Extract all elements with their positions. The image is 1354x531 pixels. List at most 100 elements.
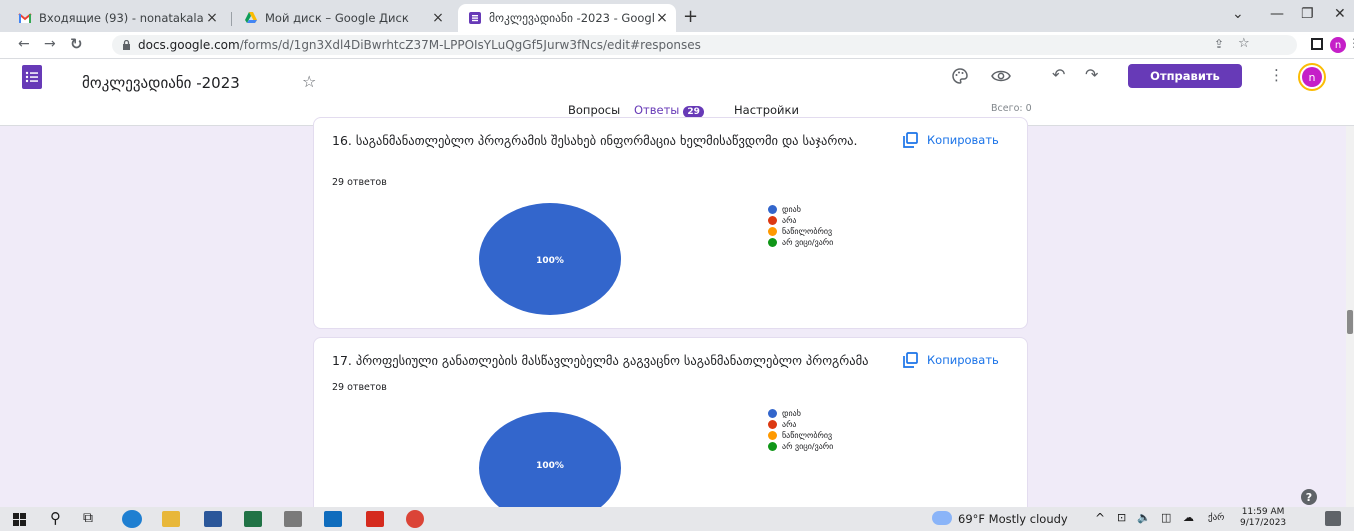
weather-text[interactable]: 69°F Mostly cloudy — [958, 512, 1068, 526]
forward-arrow-icon[interactable]: → — [44, 36, 56, 52]
eye-preview-icon[interactable] — [991, 69, 1011, 83]
address-bar[interactable]: docs.google.com/forms/d/1gn3Xdl4DiBwrhtc… — [112, 35, 1297, 55]
task-view-icon[interactable]: ⧉ — [83, 510, 93, 526]
tab-divider — [231, 12, 232, 26]
side-panel-icon[interactable] — [1311, 38, 1323, 50]
copy-label: Копировать — [927, 133, 999, 147]
speaker-icon[interactable]: 🔈 — [1137, 511, 1151, 524]
url-domain: docs.google.com — [138, 38, 240, 52]
chevron-down-icon[interactable]: ⌄ — [1232, 6, 1244, 22]
copy-label: Копировать — [927, 353, 999, 367]
legend-label: დიახ — [782, 409, 801, 418]
legend-label: ნაწილობრივ — [782, 227, 833, 236]
more-options-icon[interactable]: ⋮ — [1269, 66, 1284, 84]
question-summary-card: 17. პროფესიული განათლების მასწავლებელმა … — [313, 337, 1028, 524]
legend-color-swatch — [768, 409, 777, 418]
file-explorer-icon[interactable] — [162, 511, 180, 527]
word-icon[interactable] — [204, 511, 222, 527]
bookmark-star-icon[interactable]: ☆ — [1238, 36, 1250, 51]
legend-item[interactable]: არა — [768, 215, 833, 226]
legend-color-swatch — [768, 227, 777, 236]
account-avatar-letter: n — [1302, 67, 1322, 87]
restore-icon[interactable]: ❐ — [1301, 6, 1314, 22]
app-icon[interactable] — [284, 511, 302, 527]
edge-icon[interactable] — [122, 510, 142, 528]
legend-label: დიახ — [782, 205, 801, 214]
notifications-icon[interactable] — [1325, 511, 1341, 526]
palette-icon[interactable] — [951, 67, 969, 85]
copy-chart-button[interactable]: Копировать — [902, 132, 999, 148]
browser-tab-gmail[interactable]: Входящие (93) - nonatakalandze × — [8, 4, 226, 32]
legend-item[interactable]: არა — [768, 419, 833, 430]
lock-icon[interactable] — [122, 40, 131, 50]
legend-color-swatch — [768, 205, 777, 214]
send-button[interactable]: Отправить — [1128, 64, 1242, 88]
profile-avatar[interactable]: n — [1330, 37, 1346, 53]
star-icon[interactable]: ☆ — [302, 72, 316, 91]
response-count: 29 ответов — [332, 382, 387, 393]
language-indicator[interactable]: ქარ — [1208, 513, 1224, 523]
clock[interactable]: 11:59 AM 9/17/2023 — [1240, 507, 1286, 529]
pie-slice-label: 100% — [536, 461, 564, 471]
minimize-icon[interactable]: — — [1270, 6, 1284, 22]
tab-responses-label: Ответы — [634, 103, 680, 117]
outlook-icon[interactable] — [324, 511, 342, 527]
legend-item[interactable]: არ ვიცი/ვარი — [768, 237, 833, 248]
close-tab-icon[interactable]: × — [430, 10, 446, 26]
google-drive-icon — [245, 12, 257, 23]
scrollbar-thumb[interactable] — [1347, 310, 1353, 334]
pie-chart: 100% — [479, 203, 621, 315]
browser-tab-drive[interactable]: Мой диск – Google Диск × — [234, 4, 452, 32]
account-avatar[interactable]: n — [1298, 63, 1326, 91]
tab-title: Входящие (93) - nonatakalandze — [39, 11, 204, 25]
chrome-icon[interactable] — [406, 510, 424, 528]
legend-label: არა — [782, 216, 797, 225]
tab-responses[interactable]: Ответы 29 — [634, 103, 704, 118]
chart-legend: დიახ არა ნაწილობრივ არ ვიცი/ვარი — [768, 204, 833, 248]
close-tab-icon[interactable]: × — [204, 10, 220, 26]
browser-tab-forms[interactable]: მოკლევადიანი -2023 - Google × — [458, 4, 676, 32]
weather-cloud-icon[interactable] — [932, 511, 952, 525]
copy-chart-button[interactable]: Копировать — [902, 352, 999, 368]
tab-questions[interactable]: Вопросы — [568, 103, 620, 117]
form-title[interactable]: მოკლევადიანი -2023 — [82, 74, 240, 92]
undo-icon[interactable]: ↶ — [1052, 65, 1065, 84]
gmail-icon — [18, 13, 32, 23]
legend-item[interactable]: არ ვიცი/ვარი — [768, 441, 833, 452]
close-tab-icon[interactable]: × — [654, 10, 670, 26]
legend-item[interactable]: ნაწილობრივ — [768, 226, 833, 237]
legend-label: არ ვიცი/ვარი — [782, 442, 834, 451]
windows-start-icon[interactable] — [13, 513, 26, 526]
url-text: docs.google.com/forms/d/1gn3Xdl4DiBwrhtc… — [138, 38, 701, 52]
google-forms-logo[interactable] — [22, 65, 42, 89]
search-icon[interactable]: ⚲ — [50, 509, 61, 527]
legend-item[interactable]: დიახ — [768, 204, 833, 215]
new-tab-button[interactable]: + — [683, 6, 698, 27]
cloud-sync-icon[interactable]: ☁ — [1183, 511, 1194, 524]
menu-dots-icon[interactable]: ⋮ — [1348, 36, 1354, 50]
legend-item[interactable]: ნაწილობრივ — [768, 430, 833, 441]
acrobat-icon[interactable] — [366, 511, 384, 527]
share-icon[interactable]: ⇪ — [1214, 37, 1224, 51]
tab-settings[interactable]: Настройки — [734, 103, 799, 117]
tab-title: მოკლევადიანი -2023 - Google — [489, 11, 654, 25]
legend-color-swatch — [768, 216, 777, 225]
google-forms-icon — [469, 12, 481, 24]
redo-icon[interactable]: ↷ — [1085, 65, 1098, 84]
question-summary-card: 16. საგანმანათლებლო პროგრამის შესახებ ინ… — [313, 117, 1028, 329]
back-arrow-icon[interactable]: ← — [18, 36, 30, 52]
clock-time: 11:59 AM — [1241, 507, 1285, 517]
help-icon[interactable]: ? — [1301, 489, 1317, 505]
excel-icon[interactable] — [244, 511, 262, 527]
copy-icon — [903, 352, 918, 368]
chart-legend: დიახ არა ნაწილობრივ არ ვიცი/ვარი — [768, 408, 833, 452]
network-icon[interactable]: ⊡ — [1117, 511, 1126, 524]
copy-icon — [903, 132, 918, 148]
legend-item[interactable]: დიახ — [768, 408, 833, 419]
windows-taskbar: ⚲ ⧉ 69°F Mostly cloudy ^ ⊡ 🔈 ◫ ☁ ქარ 11:… — [0, 507, 1354, 531]
question-title: 16. საგანმანათლებლო პროგრამის შესახებ ინ… — [332, 133, 858, 148]
reload-icon[interactable]: ↻ — [70, 35, 83, 53]
close-window-icon[interactable]: ✕ — [1334, 6, 1346, 22]
chevron-up-icon[interactable]: ^ — [1095, 511, 1105, 525]
wifi-icon[interactable]: ◫ — [1161, 511, 1171, 524]
